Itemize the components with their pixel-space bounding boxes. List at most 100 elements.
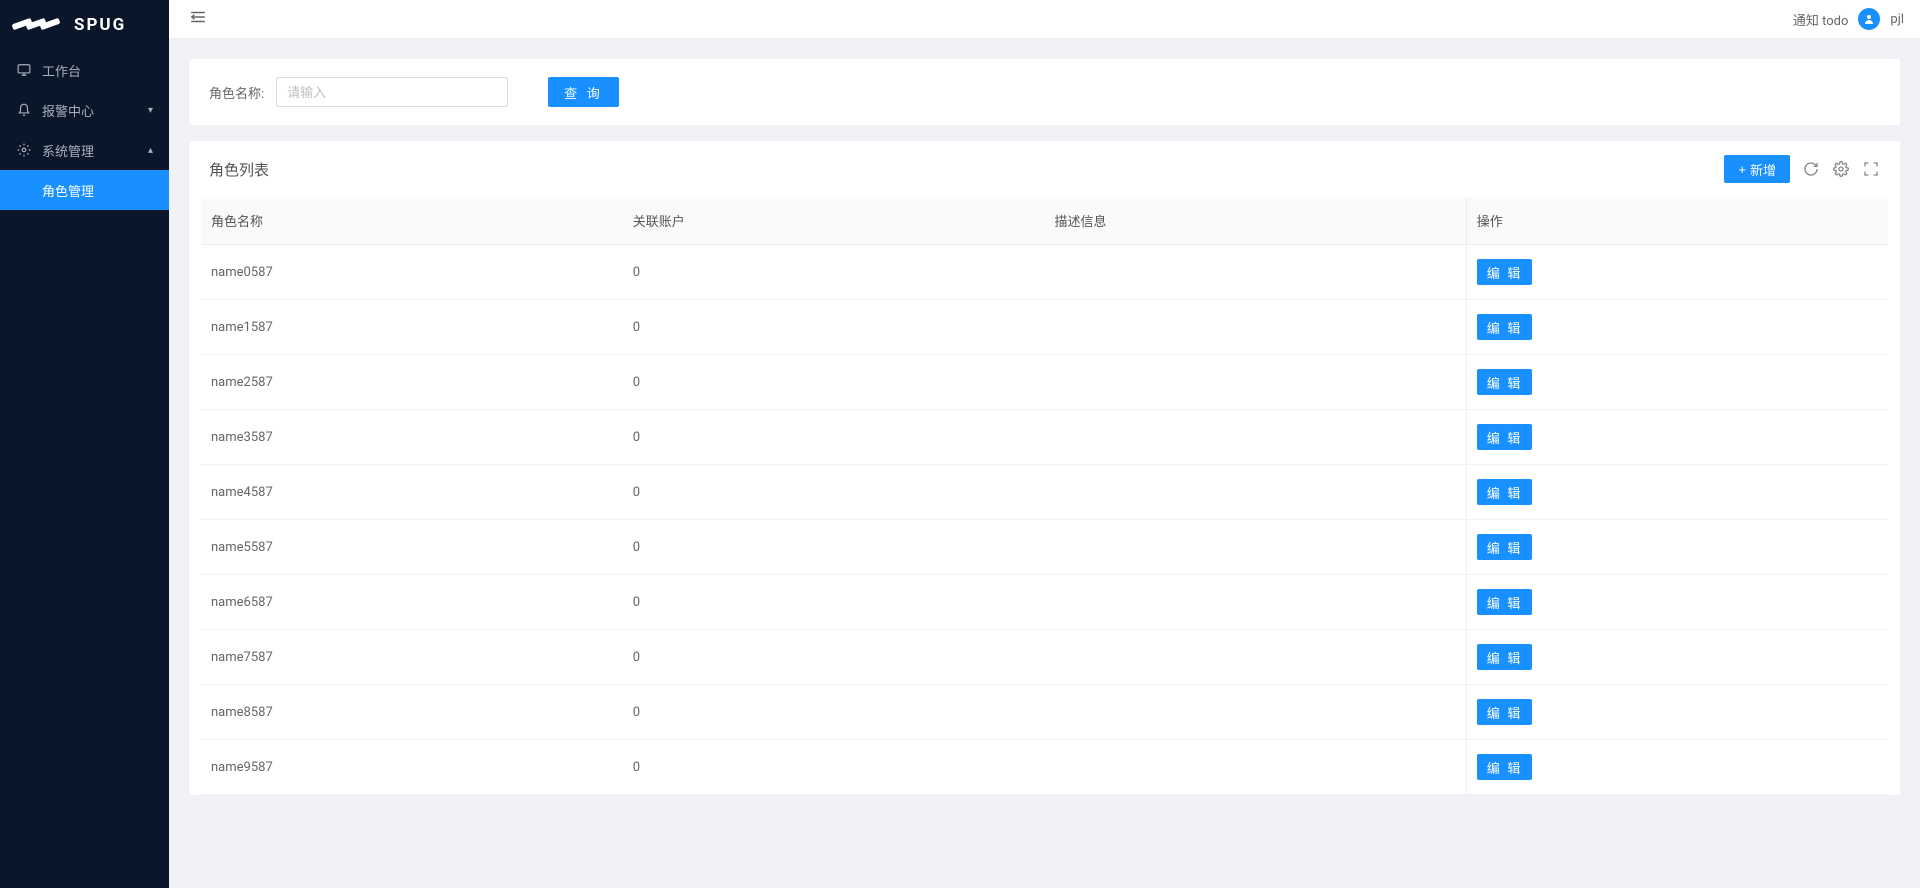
sidebar-item-label: 系统管理 (42, 141, 94, 160)
edit-button[interactable]: 编 辑 (1477, 754, 1533, 780)
search-label: 角色名称: (209, 83, 264, 102)
add-button[interactable]: + 新增 (1724, 155, 1790, 183)
content: 角色名称: 查 询 角色列表 + 新增 (169, 39, 1920, 888)
sidebar-toggle[interactable] (185, 4, 211, 34)
edit-button[interactable]: 编 辑 (1477, 479, 1533, 505)
cell-account: 0 (623, 740, 1045, 795)
cell-role-name: name5587 (201, 520, 623, 575)
alert-icon (16, 102, 32, 118)
cell-description (1045, 520, 1467, 575)
sidebar: SPUG 工作台 报警中心 ▾ 系统管理 ▴ (0, 0, 169, 888)
sidebar-item-alarm[interactable]: 报警中心 ▾ (0, 90, 169, 130)
fullscreen-button[interactable] (1862, 160, 1880, 178)
cell-description (1045, 465, 1467, 520)
sidebar-item-label: 报警中心 (42, 101, 94, 120)
cell-description (1045, 300, 1467, 355)
menu: 工作台 报警中心 ▾ 系统管理 ▴ 角色管理 (0, 50, 169, 888)
table-row: name8587 0 编 辑 (201, 685, 1888, 740)
table-title: 角色列表 (209, 159, 269, 180)
col-description: 描述信息 (1045, 197, 1467, 245)
table-card: 角色列表 + 新增 (189, 141, 1900, 795)
cell-description (1045, 245, 1467, 300)
search-card: 角色名称: 查 询 (189, 59, 1900, 125)
table-row: name3587 0 编 辑 (201, 410, 1888, 465)
cell-operation: 编 辑 (1466, 410, 1888, 465)
reload-button[interactable] (1802, 160, 1820, 178)
add-button-label: 新增 (1750, 160, 1776, 179)
sidebar-item-label: 工作台 (42, 61, 81, 80)
cell-role-name: name4587 (201, 465, 623, 520)
cell-role-name: name8587 (201, 685, 623, 740)
col-operation: 操作 (1466, 197, 1888, 245)
sidebar-item-role-management[interactable]: 角色管理 (0, 170, 169, 210)
edit-button[interactable]: 编 辑 (1477, 699, 1533, 725)
cell-account: 0 (623, 520, 1045, 575)
logo: SPUG (0, 0, 169, 50)
logo-text: SPUG (74, 15, 126, 35)
sidebar-item-system[interactable]: 系统管理 ▴ (0, 130, 169, 170)
query-button[interactable]: 查 询 (548, 77, 619, 107)
edit-button[interactable]: 编 辑 (1477, 314, 1533, 340)
table-row: name6587 0 编 辑 (201, 575, 1888, 630)
cell-operation: 编 辑 (1466, 300, 1888, 355)
edit-button[interactable]: 编 辑 (1477, 644, 1533, 670)
cell-operation: 编 辑 (1466, 575, 1888, 630)
cell-role-name: name7587 (201, 630, 623, 685)
cell-account: 0 (623, 465, 1045, 520)
edit-button[interactable]: 编 辑 (1477, 424, 1533, 450)
plus-icon: + (1738, 162, 1746, 177)
cell-account: 0 (623, 575, 1045, 630)
cell-role-name: name9587 (201, 740, 623, 795)
col-role-name: 角色名称 (201, 197, 623, 245)
table-row: name5587 0 编 辑 (201, 520, 1888, 575)
table-row: name1587 0 编 辑 (201, 300, 1888, 355)
cell-account: 0 (623, 685, 1045, 740)
col-related-account: 关联账户 (623, 197, 1045, 245)
cell-account: 0 (623, 245, 1045, 300)
cell-role-name: name1587 (201, 300, 623, 355)
cell-role-name: name2587 (201, 355, 623, 410)
edit-button[interactable]: 编 辑 (1477, 259, 1533, 285)
cell-operation: 编 辑 (1466, 685, 1888, 740)
table-row: name4587 0 编 辑 (201, 465, 1888, 520)
avatar[interactable] (1858, 8, 1880, 30)
cell-operation: 编 辑 (1466, 465, 1888, 520)
table-row: name2587 0 编 辑 (201, 355, 1888, 410)
role-table: 角色名称 关联账户 描述信息 操作 name0587 0 编 辑 name158… (201, 197, 1888, 795)
chevron-down-icon: ▾ (148, 105, 153, 116)
cell-role-name: name3587 (201, 410, 623, 465)
notify-link[interactable]: 通知 todo (1793, 10, 1849, 29)
cell-operation: 编 辑 (1466, 520, 1888, 575)
header: 通知 todo pjl (169, 0, 1920, 39)
edit-button[interactable]: 编 辑 (1477, 589, 1533, 615)
chevron-up-icon: ▴ (148, 145, 153, 156)
cell-role-name: name6587 (201, 575, 623, 630)
desktop-icon (16, 62, 32, 78)
logo-icon (12, 11, 66, 39)
sidebar-item-workbench[interactable]: 工作台 (0, 50, 169, 90)
cell-operation: 编 辑 (1466, 245, 1888, 300)
username[interactable]: pjl (1890, 12, 1904, 27)
table-row: name7587 0 编 辑 (201, 630, 1888, 685)
column-settings-button[interactable] (1832, 160, 1850, 178)
cell-description (1045, 355, 1467, 410)
cell-account: 0 (623, 300, 1045, 355)
table-row: name9587 0 编 辑 (201, 740, 1888, 795)
cell-description (1045, 630, 1467, 685)
cell-operation: 编 辑 (1466, 630, 1888, 685)
setting-icon (16, 142, 32, 158)
role-name-input[interactable] (276, 77, 508, 107)
cell-description (1045, 685, 1467, 740)
main: 通知 todo pjl 角色名称: 查 询 角色列表 (169, 0, 1920, 888)
cell-operation: 编 辑 (1466, 740, 1888, 795)
edit-button[interactable]: 编 辑 (1477, 369, 1533, 395)
sidebar-item-label: 角色管理 (42, 181, 94, 200)
edit-button[interactable]: 编 辑 (1477, 534, 1533, 560)
cell-operation: 编 辑 (1466, 355, 1888, 410)
cell-role-name: name0587 (201, 245, 623, 300)
cell-account: 0 (623, 355, 1045, 410)
cell-description (1045, 740, 1467, 795)
cell-description (1045, 410, 1467, 465)
cell-description (1045, 575, 1467, 630)
cell-account: 0 (623, 630, 1045, 685)
